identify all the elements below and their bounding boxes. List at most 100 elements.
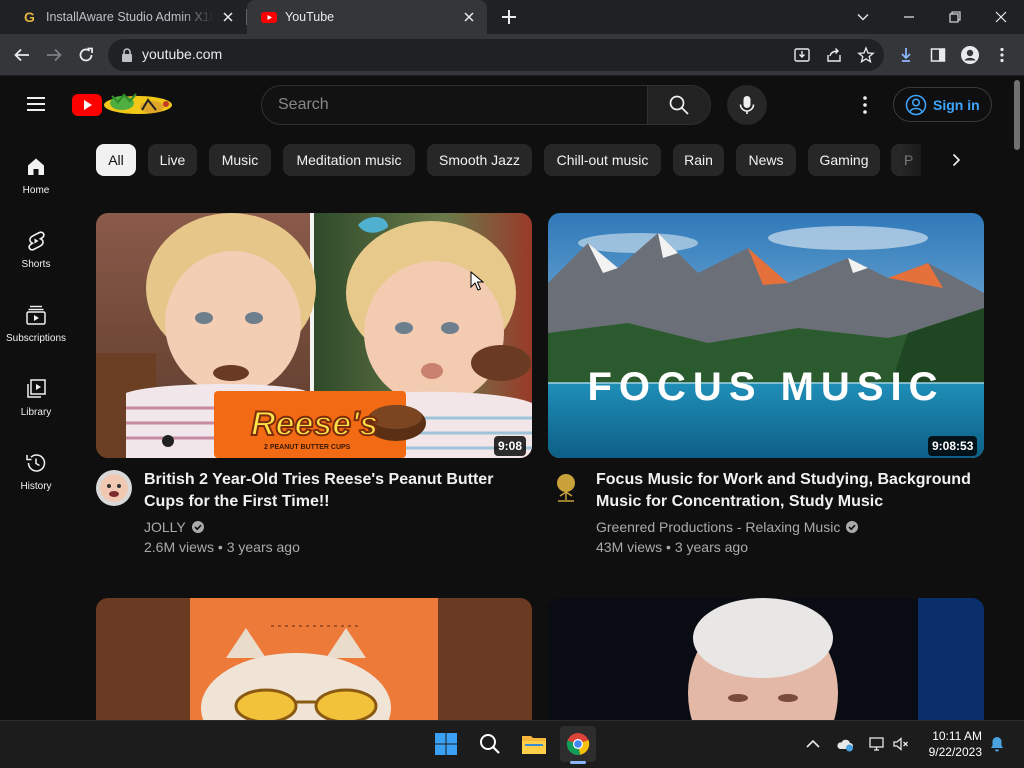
youtube-favicon-icon [261, 9, 277, 25]
history-icon [24, 451, 48, 475]
chip-live[interactable]: Live [148, 144, 197, 176]
chip-all[interactable]: All [96, 144, 136, 176]
windows-start-icon[interactable] [428, 726, 464, 762]
video-title-line: British 2 Year-Old Tries Reese's Peanut … [144, 471, 494, 488]
guide-item-library[interactable]: Library [0, 367, 72, 425]
tab-youtube[interactable]: YouTube [247, 0, 487, 34]
account-circle-icon [905, 94, 927, 116]
new-tab-button[interactable] [499, 7, 519, 27]
chip-meditation-music[interactable]: Meditation music [283, 144, 415, 176]
chip-rain[interactable]: Rain [673, 144, 724, 176]
focus-music-thumb-text: FOCUS MUSIC [588, 365, 945, 409]
video-thumbnail[interactable]: Reese's 2 PEANUT BUTTER CUPS [96, 213, 532, 458]
video-meta: 43M views • 3 years ago [596, 539, 748, 555]
clock-time[interactable]: 10:11 AM [920, 729, 982, 743]
guide-label: History [20, 481, 52, 492]
video-thumbnail[interactable] [548, 598, 984, 720]
side-panel-icon[interactable] [926, 43, 950, 67]
forward-button[interactable] [42, 43, 66, 67]
guide-label: Shorts [21, 259, 51, 270]
subscriptions-icon [24, 303, 48, 327]
show-hidden-icons-chevron-up-icon[interactable] [804, 735, 822, 753]
sign-in-label: Sign in [933, 96, 980, 113]
chip-music[interactable]: Music [209, 144, 271, 176]
meta-separator: • [217, 539, 227, 555]
upload-age: 3 years ago [226, 539, 300, 555]
address-bar[interactable] [108, 39, 884, 71]
guide-item-subscriptions[interactable]: Subscriptions [0, 293, 72, 351]
search-box[interactable] [261, 85, 648, 125]
tab-title: YouTube [285, 10, 335, 24]
guide-item-shorts[interactable]: Shorts [0, 219, 72, 277]
video-thumbnail[interactable] [96, 598, 532, 720]
scrollbar-thumb[interactable] [1014, 80, 1020, 150]
video-title-line: Cups for the First Time!! [144, 493, 330, 510]
network-icon[interactable] [868, 735, 886, 753]
chip-chill-out-music[interactable]: Chill-out music [544, 144, 661, 176]
reeses-sub-text: 2 PEANUT BUTTER CUPS [264, 444, 351, 451]
share-icon[interactable] [822, 43, 846, 67]
tab-search-icon[interactable] [840, 0, 886, 34]
profile-icon[interactable] [958, 43, 982, 67]
search-button[interactable] [647, 85, 711, 125]
chip-news[interactable]: News [736, 144, 796, 176]
lock-icon[interactable] [121, 48, 133, 62]
guide-label: Subscriptions [5, 333, 67, 344]
close-window-button[interactable] [978, 0, 1024, 34]
channel-avatar-jolly[interactable] [96, 470, 132, 506]
guide-item-home[interactable]: Home [0, 145, 72, 203]
channel-avatar-greenred[interactable] [548, 470, 584, 506]
verified-badge-icon [191, 520, 205, 534]
minimize-button[interactable] [886, 0, 932, 34]
active-app-indicator [570, 761, 586, 764]
install-app-icon[interactable] [790, 43, 814, 67]
guide-item-history[interactable]: History [0, 441, 72, 499]
notification-bell-icon[interactable] [988, 735, 1006, 753]
shorts-icon [24, 229, 48, 253]
video-title[interactable]: British 2 Year-Old Tries Reese's Peanut … [144, 469, 524, 513]
onedrive-icon[interactable] [836, 735, 854, 753]
mouse-cursor-icon [470, 271, 484, 291]
tab-title: InstallAware Studio Admin X10 W [46, 10, 214, 24]
library-icon [24, 377, 48, 401]
video-title[interactable]: Focus Music for Work and Studying, Backg… [596, 469, 976, 513]
tab-installaware[interactable]: G InstallAware Studio Admin X10 W [8, 0, 246, 34]
chips-next-button[interactable] [940, 148, 972, 172]
chip-smooth-jazz[interactable]: Smooth Jazz [427, 144, 532, 176]
upload-age: 3 years ago [674, 539, 748, 555]
close-tab-icon[interactable] [220, 9, 236, 25]
close-tab-icon[interactable] [461, 9, 477, 25]
settings-more-icon[interactable] [853, 93, 877, 117]
channel-name[interactable]: JOLLY [144, 519, 205, 535]
search-icon [668, 94, 690, 116]
restore-button[interactable] [932, 0, 978, 34]
chrome-taskbar-icon[interactable] [560, 726, 596, 762]
reeses-brand-text: Reese's [251, 405, 378, 443]
clock-date[interactable]: 9/22/2023 [920, 745, 982, 759]
voice-search-button[interactable] [727, 85, 767, 125]
bookmark-star-icon[interactable] [854, 43, 878, 67]
file-explorer-icon[interactable] [516, 726, 552, 762]
volume-muted-icon[interactable] [892, 735, 910, 753]
channel-name-text: JOLLY [144, 519, 186, 535]
channel-name-text: Greenred Productions - Relaxing Music [596, 519, 841, 535]
chrome-menu-icon[interactable] [990, 43, 1014, 67]
video-title-line: Music for Concentration, Study Music [596, 493, 884, 510]
youtube-doodle-logo[interactable] [72, 92, 176, 118]
taskbar-search-icon[interactable] [472, 726, 508, 762]
back-button[interactable] [10, 43, 34, 67]
reload-button[interactable] [74, 43, 98, 67]
extension-download-icon[interactable] [894, 43, 918, 67]
home-icon [24, 155, 48, 179]
video-thumbnail[interactable]: FOCUS MUSIC [548, 213, 984, 458]
verified-badge-icon [845, 520, 859, 534]
chip-gaming[interactable]: Gaming [808, 144, 880, 176]
svg-text:G: G [24, 9, 35, 25]
sign-in-button[interactable]: Sign in [893, 87, 992, 122]
page-scrollbar[interactable] [1012, 77, 1024, 719]
installaware-favicon-icon: G [22, 9, 38, 25]
guide-menu-icon[interactable] [24, 92, 48, 116]
url-text[interactable]: youtube.com [142, 46, 222, 62]
channel-name[interactable]: Greenred Productions - Relaxing Music [596, 519, 859, 535]
search-input[interactable] [278, 86, 628, 124]
